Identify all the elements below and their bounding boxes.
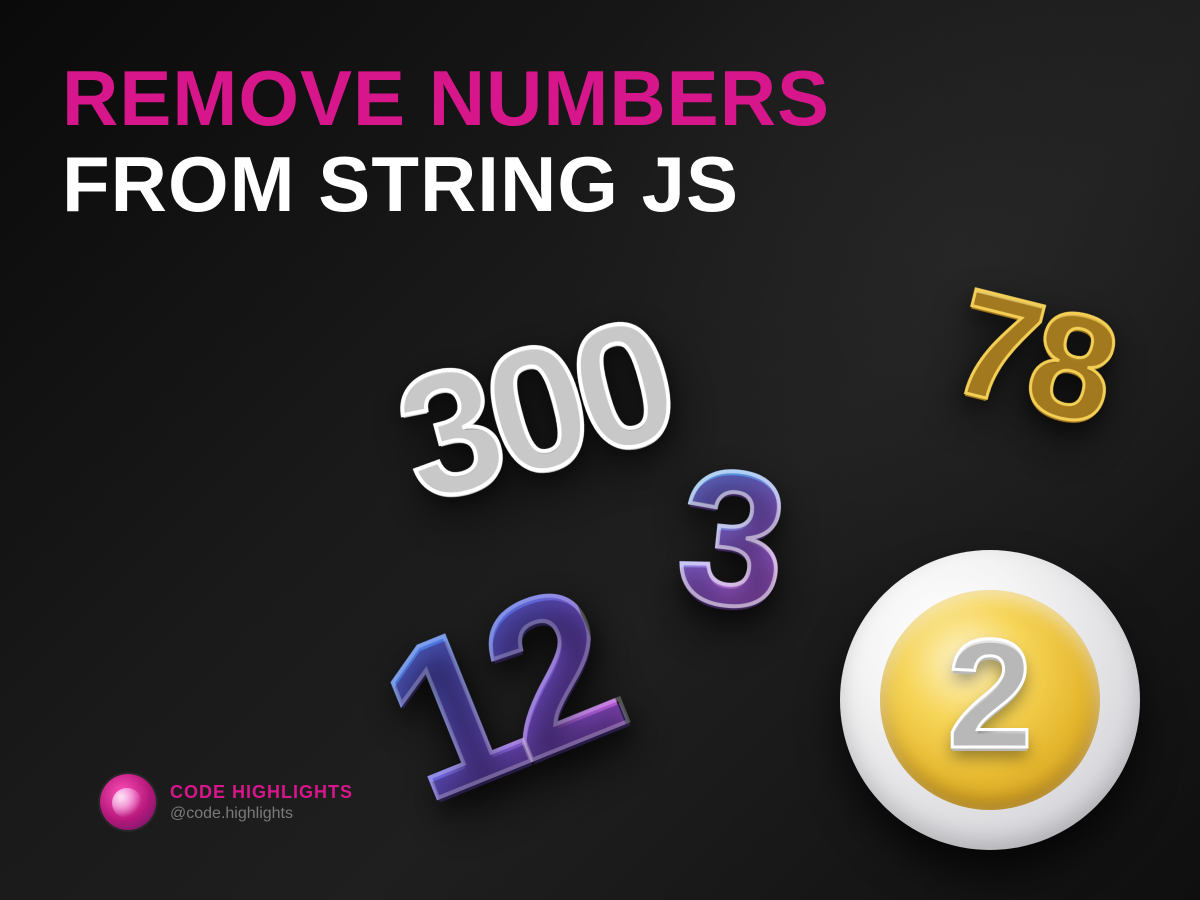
title-block: REMOVE NUMBERS FROM STRING JS <box>62 58 830 226</box>
title-line-2: FROM STRING JS <box>62 144 830 226</box>
title-line-1: REMOVE NUMBERS <box>62 58 830 140</box>
attribution: CODE HIGHLIGHTS @code.highlights <box>100 774 353 830</box>
coin-icon: 2 <box>840 550 1140 850</box>
number-12-icon: 12 <box>351 539 643 850</box>
number-78-icon: 78 <box>937 254 1129 459</box>
number-2-icon: 2 <box>947 605 1033 783</box>
brand-name: CODE HIGHLIGHTS <box>170 782 353 803</box>
number-300-icon: 300 <box>379 279 690 543</box>
numbers-illustration: 300 78 3 12 2 <box>340 270 1160 870</box>
brand-handle: @code.highlights <box>170 805 353 823</box>
attribution-text: CODE HIGHLIGHTS @code.highlights <box>170 782 353 823</box>
coin-inner: 2 <box>880 590 1100 810</box>
number-3-icon: 3 <box>669 425 797 653</box>
avatar-icon <box>100 774 156 830</box>
